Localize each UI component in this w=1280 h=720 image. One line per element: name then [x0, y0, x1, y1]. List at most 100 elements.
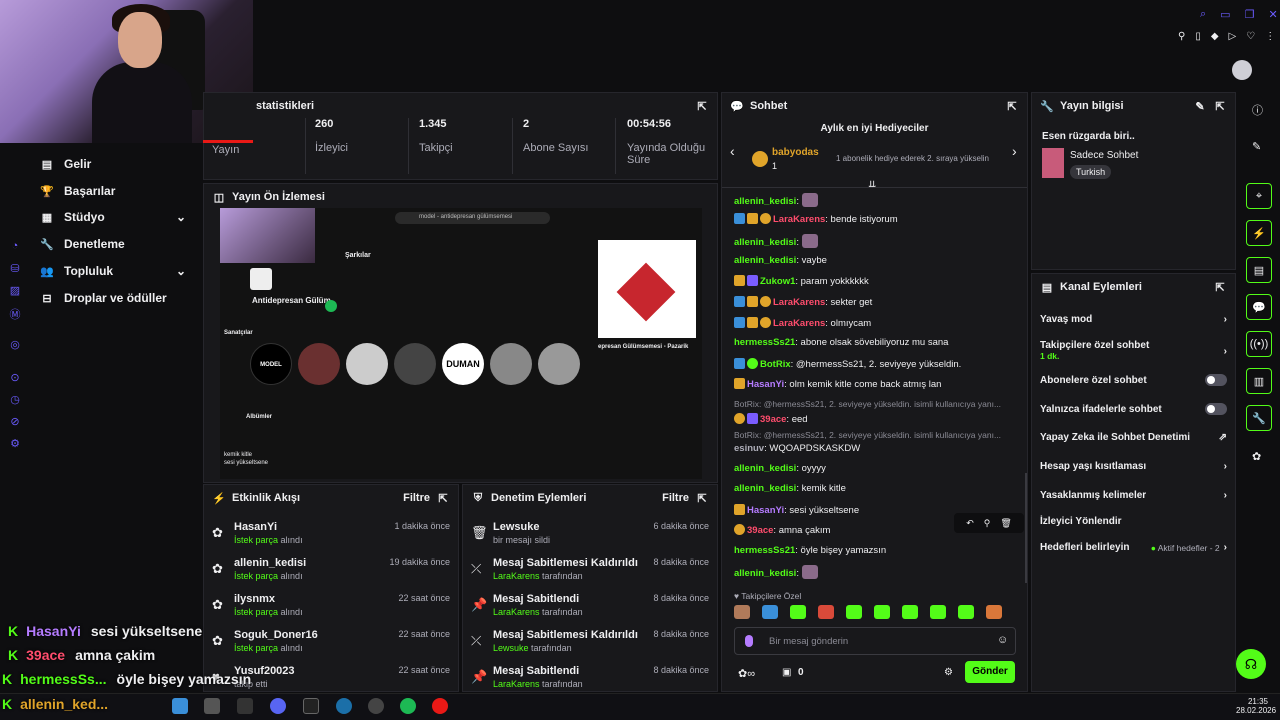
nav-droplar[interactable]: ⊟ Droplar ve ödüller [40, 291, 166, 305]
rail-icon-2[interactable]: ⛁ [8, 262, 22, 276]
discord-icon[interactable] [270, 698, 286, 714]
chevron-left-icon[interactable]: ‹ [730, 143, 735, 159]
chat-username[interactable]: allenin_kedisi [734, 463, 796, 474]
nav-basarilar[interactable]: 🏆 Başarılar [40, 184, 115, 198]
undo-icon[interactable]: ↶ [966, 518, 974, 529]
rail-icon-8[interactable]: ⊘ [8, 415, 22, 429]
chat-username[interactable]: HasanYi [747, 505, 784, 516]
rail-btn-doc[interactable]: ▤ [1246, 257, 1272, 283]
settings-icon[interactable]: ⚙ [944, 667, 953, 678]
bookmark-icon[interactable]: ▯ [1195, 31, 1201, 42]
chat-system-line[interactable]: BotRix: @hermessSs21, 2. seviyeye yüksel… [734, 430, 1001, 440]
toggle[interactable] [1205, 374, 1227, 386]
rail-btn-chat[interactable]: 💬 [1246, 294, 1272, 320]
rail-icon-3[interactable]: ▨ [8, 284, 22, 298]
emote[interactable] [902, 605, 918, 619]
minimize-icon[interactable]: ▭ [1220, 8, 1230, 21]
chat-username[interactable]: allenin_kedisi [734, 568, 796, 579]
emote[interactable] [734, 605, 750, 619]
send-button[interactable]: Gönder [965, 661, 1015, 683]
emote[interactable] [790, 605, 806, 619]
popout-icon[interactable]: ⇱ [1005, 99, 1019, 113]
chat-username[interactable]: HasanYi [747, 379, 784, 390]
chat-input[interactable]: Bir mesaj gönderin ☺ [734, 627, 1016, 655]
pin-icon[interactable]: ⚲ [984, 518, 991, 529]
emote[interactable] [986, 605, 1002, 619]
chat-username[interactable]: hermessSs21 [734, 337, 795, 348]
chat-system-line[interactable]: BotRix: @hermessSs21, 2. seviyeye yüksel… [734, 399, 1001, 409]
chat-message[interactable]: allenin_kedisi: [734, 565, 818, 579]
play-icon[interactable]: ▷ [1229, 31, 1237, 42]
rail-icon-9[interactable]: ⚙ [8, 437, 22, 451]
shield-icon[interactable]: ◆ [1211, 31, 1219, 42]
spotify-icon[interactable] [400, 698, 416, 714]
chat-username[interactable]: 39ace [760, 414, 786, 425]
more-icon[interactable]: ⋮ [1265, 31, 1275, 42]
chat-scrollbar[interactable] [1025, 473, 1027, 583]
emote[interactable] [818, 605, 834, 619]
chat-message[interactable]: allenin_kedisi: [734, 193, 818, 207]
action-ai-moderation[interactable]: Yapay Zeka ile Sohbet Denetimi ⇗ [1040, 432, 1227, 443]
popout-icon[interactable]: ⇱ [695, 99, 709, 113]
chat-message[interactable]: LaraKarens: sekter get [734, 296, 872, 308]
emote[interactable] [930, 605, 946, 619]
chat-message[interactable]: HasanYi: olm kemik kitle come back atmış… [734, 378, 941, 390]
chat-message[interactable]: allenin_kedisi: kemik kitle [734, 483, 846, 494]
nav-studyo[interactable]: ▦ Stüdyo ⌄ [40, 210, 190, 224]
chat-message[interactable]: allenin_kedisi: [734, 234, 818, 248]
chat-username[interactable]: allenin_kedisi [734, 255, 796, 266]
chat-username[interactable]: esinuv [734, 443, 764, 454]
chat-username[interactable]: LaraKarens [773, 214, 825, 225]
rail-icon-1[interactable]: ◔ [8, 240, 22, 254]
profile-avatar[interactable] [1232, 60, 1252, 80]
chat-message[interactable]: LaraKarens: olmıycam [734, 317, 871, 329]
emote[interactable] [874, 605, 890, 619]
emote[interactable] [762, 605, 778, 619]
action-account-age[interactable]: Hesap yaşı kısıtlaması › [1040, 461, 1227, 472]
heart-icon[interactable]: ♡ [1246, 31, 1255, 42]
events-filter[interactable]: Filtre [403, 492, 430, 504]
edit-icon[interactable]: ✎ [1252, 140, 1261, 153]
action-goals[interactable]: Hedefleri belirleyin ● Aktif hedefler - 2… [1040, 542, 1227, 553]
opera-icon[interactable] [432, 698, 448, 714]
emoji-icon[interactable]: ☺ [997, 634, 1008, 646]
share-icon[interactable]: ✿ [1252, 450, 1261, 463]
action-followers-only[interactable]: Takipçilere özel sohbet 1 dk. › [1040, 340, 1227, 361]
chat-message[interactable]: Zukow1: param yokkkkkk [734, 275, 869, 287]
chat-username[interactable]: hermessSs21 [734, 545, 795, 556]
stream-preview[interactable]: model - antidepresan gülümsemesi Şarkıla… [220, 208, 702, 479]
rail-btn-list[interactable]: ▥ [1246, 368, 1272, 394]
info-icon[interactable]: ⓘ [1252, 102, 1263, 118]
chat-username[interactable]: allenin_kedisi [734, 196, 796, 207]
chat-message[interactable]: 39ace: eed [734, 413, 808, 425]
rail-btn-clip[interactable]: ⌖ [1246, 183, 1272, 209]
popout-icon[interactable]: ⇱ [695, 491, 709, 505]
close-icon[interactable]: ✕ [1268, 8, 1277, 21]
nav-topluluk[interactable]: 👥 Topluluk ⌄ [40, 264, 190, 278]
modlog-filter[interactable]: Filtre [662, 492, 689, 504]
rail-btn-wrench[interactable]: 🔧 [1246, 405, 1272, 431]
trash-icon[interactable]: 🗑 [1000, 518, 1011, 529]
chat-username[interactable]: LaraKarens [773, 318, 825, 329]
search-icon[interactable]: ⌕ [1200, 8, 1206, 21]
popout-icon[interactable]: ⇱ [1213, 280, 1227, 294]
taskbar-app-icon[interactable] [172, 698, 188, 714]
chat-message[interactable]: 39ace: amna çakım [734, 524, 830, 536]
pin-icon[interactable]: ⚲ [1178, 31, 1185, 42]
emote[interactable] [846, 605, 862, 619]
rail-icon-7[interactable]: ◷ [8, 393, 22, 407]
action-subs-only[interactable]: Abonelere özel sohbet [1040, 374, 1227, 386]
steam-icon[interactable] [336, 698, 352, 714]
mic-icon[interactable] [745, 635, 753, 647]
emote[interactable] [958, 605, 974, 619]
chat-message[interactable]: hermessSs21: öyle bişey yamazsın [734, 545, 886, 556]
chat-username[interactable]: allenin_kedisi [734, 483, 796, 494]
chat-message[interactable]: BotRix: @hermessSs21, 2. seviyeye yüksel… [734, 358, 961, 370]
chat-username[interactable]: BotRix [760, 359, 791, 370]
chat-message[interactable]: hermessSs21: abone olsak sövebiliyoruz m… [734, 337, 948, 348]
obs-icon[interactable] [368, 698, 384, 714]
epic-icon[interactable] [303, 698, 319, 714]
action-emotes-only[interactable]: Yalnızca ifadelerle sohbet [1040, 403, 1227, 415]
edit-icon[interactable]: ✎ [1193, 99, 1207, 113]
chat-username[interactable]: LaraKarens [773, 297, 825, 308]
